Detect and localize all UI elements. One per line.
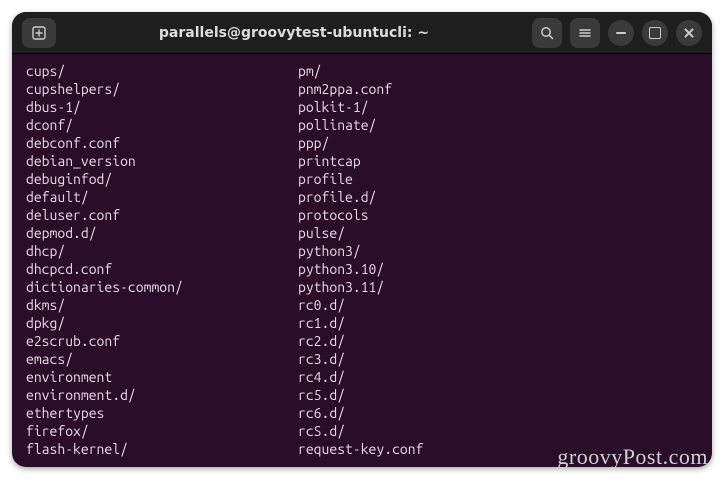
- listing-row: environmentrc4.d/: [26, 368, 698, 386]
- minimize-icon: [616, 32, 626, 34]
- listing-row: firefox/rcS.d/: [26, 422, 698, 440]
- listing-row: dbus-1/polkit-1/: [26, 98, 698, 116]
- listing-row: debconf.confppp/: [26, 134, 698, 152]
- listing-row: depmod.d/pulse/: [26, 224, 698, 242]
- titlebar[interactable]: parallels@groovytest-ubuntucli: ~: [12, 12, 712, 54]
- new-tab-button[interactable]: [22, 18, 56, 48]
- search-button[interactable]: [532, 18, 562, 48]
- listing-row: cups/pm/: [26, 62, 698, 80]
- close-button[interactable]: [676, 20, 702, 46]
- menu-button[interactable]: [570, 18, 600, 48]
- listing-row: ethertypesrc6.d/: [26, 404, 698, 422]
- listing-row: default/profile.d/: [26, 188, 698, 206]
- listing-row: flash-kernel/request-key.conf: [26, 440, 698, 458]
- listing-row: dhcpcd.confpython3.10/: [26, 260, 698, 278]
- listing-left: cups/: [26, 62, 298, 80]
- listing-row: dkms/rc0.d/: [26, 296, 698, 314]
- prompt-line-1: parallels@groovytest-ubuntucli:~$ nano /…: [26, 458, 698, 467]
- listing-right: pm/: [298, 62, 322, 80]
- new-tab-icon: [31, 25, 47, 41]
- listing-row: environment.d/rc5.d/: [26, 386, 698, 404]
- listing-row: emacs/rc3.d/: [26, 350, 698, 368]
- titlebar-right-group: [532, 18, 702, 48]
- listing-row: deluser.confprotocols: [26, 206, 698, 224]
- listing-row: dconf/pollinate/: [26, 116, 698, 134]
- terminal-body[interactable]: cups/pm/ cupshelpers/pnm2ppa.conf dbus-1…: [12, 54, 712, 467]
- terminal-window: parallels@groovytest-ubuntucli: ~ cups/p…: [12, 12, 712, 467]
- hamburger-icon: [577, 25, 593, 41]
- window-title: parallels@groovytest-ubuntucli: ~: [64, 25, 524, 41]
- listing-row: cupshelpers/pnm2ppa.conf: [26, 80, 698, 98]
- listing-row: debuginfod/profile: [26, 170, 698, 188]
- listing-row: e2scrub.confrc2.d/: [26, 332, 698, 350]
- maximize-button[interactable]: [642, 20, 668, 46]
- listing-row: debian_versionprintcap: [26, 152, 698, 170]
- listing-row: dpkg/rc1.d/: [26, 314, 698, 332]
- listing-row: dhcp/python3/: [26, 242, 698, 260]
- search-icon: [539, 25, 555, 41]
- minimize-button[interactable]: [608, 20, 634, 46]
- listing-row: dictionaries-common/python3.11/: [26, 278, 698, 296]
